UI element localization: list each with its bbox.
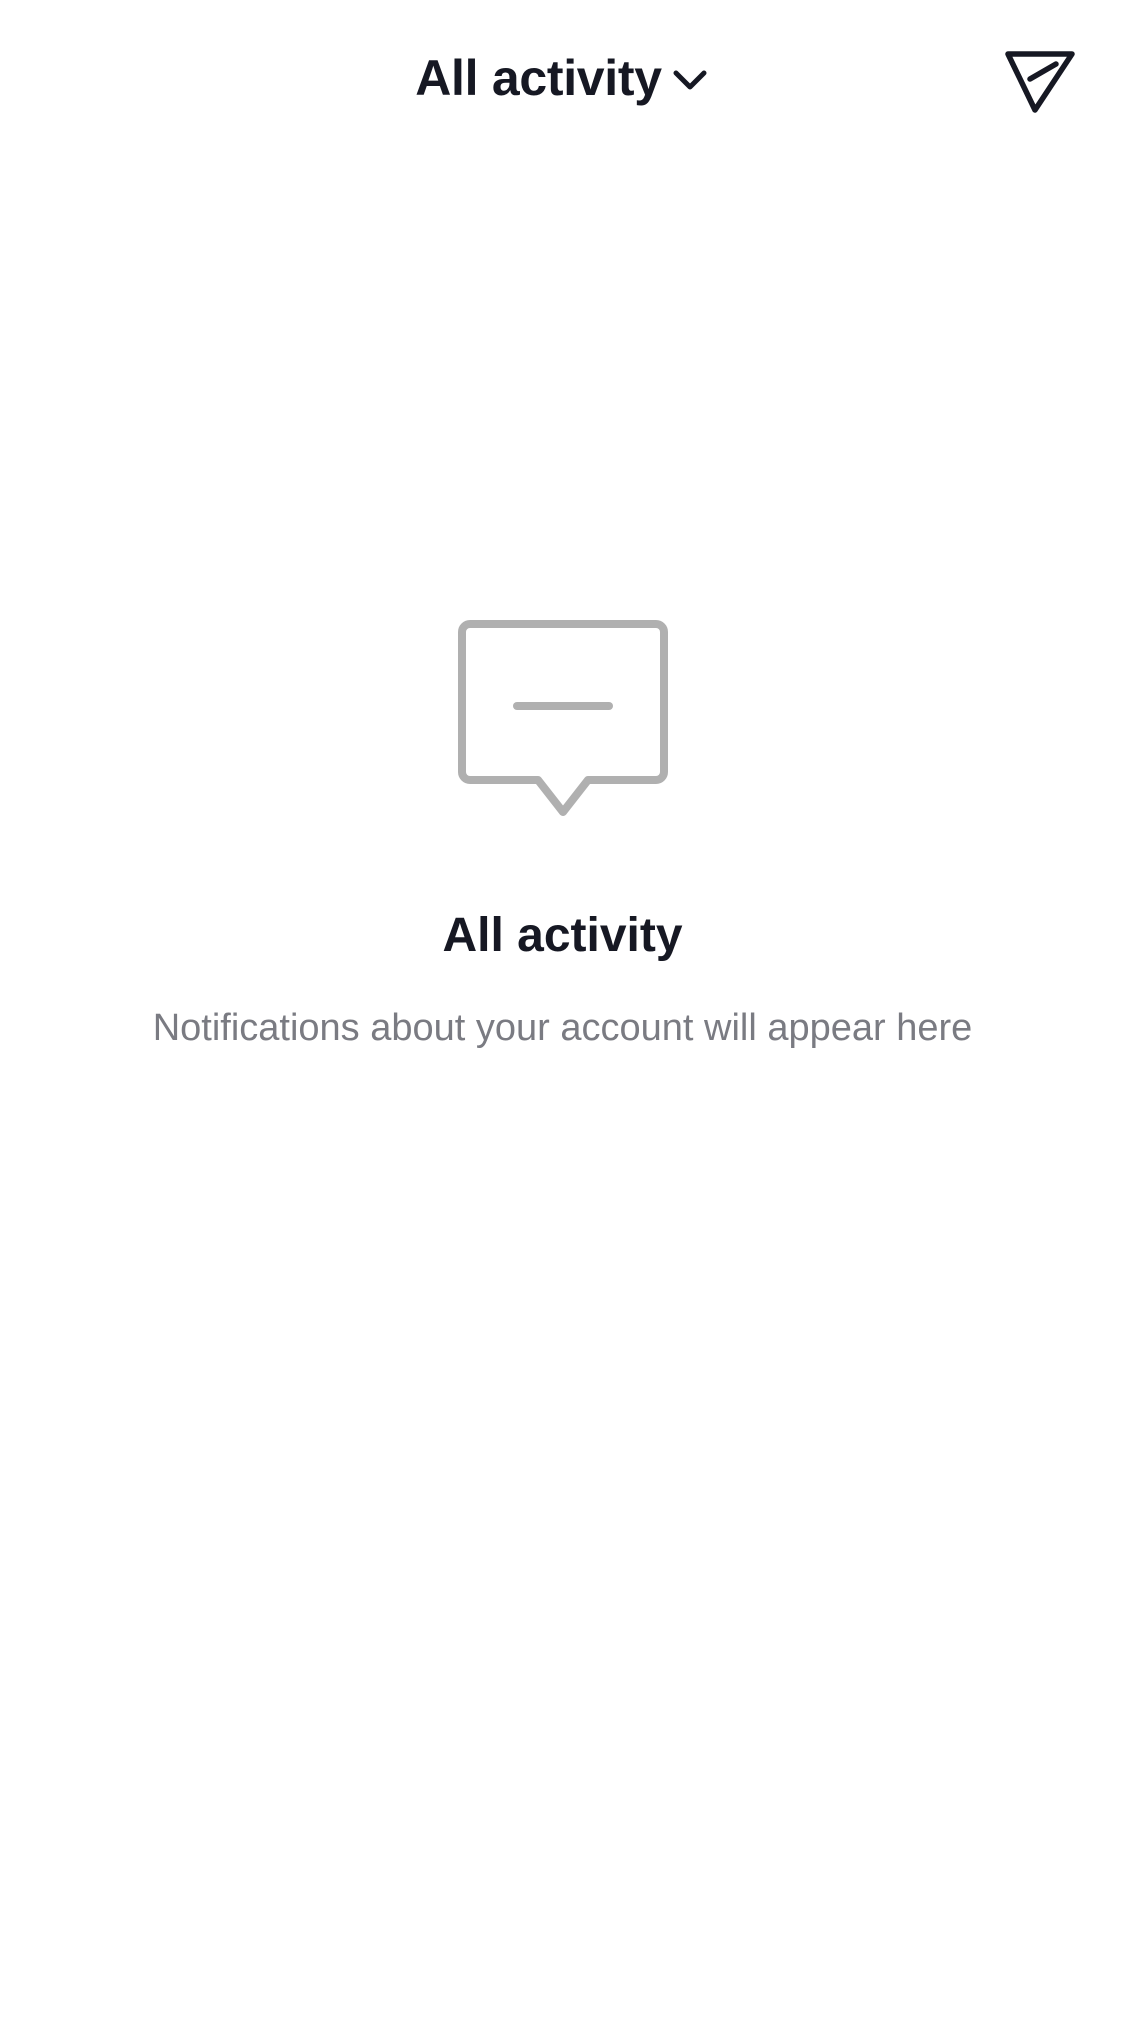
empty-state-title: All activity: [442, 909, 683, 962]
message-bubble-icon: [457, 620, 668, 816]
empty-state: All activity Notifications about your ac…: [0, 620, 1125, 1052]
header-title: All activity: [415, 50, 662, 106]
activity-filter-dropdown[interactable]: All activity: [415, 45, 710, 111]
top-bar: All activity: [0, 0, 1125, 160]
paper-plane-icon: [1005, 51, 1075, 113]
empty-state-description: Notifications about your account will ap…: [152, 1007, 973, 1049]
direct-messages-button[interactable]: [1000, 44, 1080, 124]
header-title-wrap: All activity: [0, 45, 1125, 111]
chevron-down-icon: [673, 70, 707, 90]
